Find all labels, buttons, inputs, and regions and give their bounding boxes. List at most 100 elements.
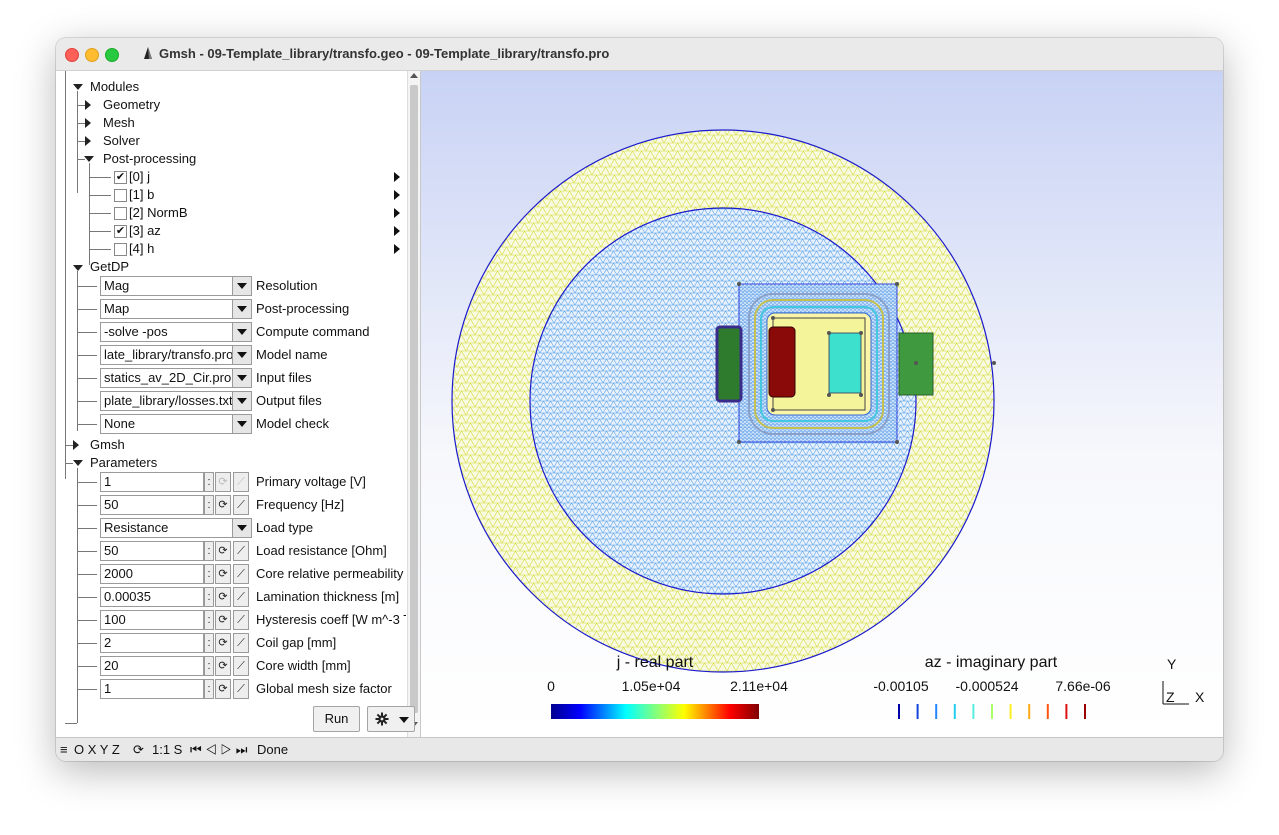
output-files-field[interactable]: plate_library/losses.txt [100,391,252,411]
resolution-dropdown-icon[interactable] [232,276,252,296]
primary-voltage-input[interactable]: 1 [100,472,204,492]
view-2-label[interactable]: [2] NormB [129,204,188,222]
core-permeability-input[interactable]: 2000 [100,564,204,584]
lamination-thickness-input[interactable]: 0.00035 [100,587,204,607]
frequency-loop-icon[interactable]: ⟳ [215,495,231,515]
load-type-select[interactable]: Resistance [100,518,252,538]
compute-command-dropdown-icon[interactable] [232,322,252,342]
model-name-dropdown-icon[interactable] [232,345,252,365]
hysteresis-coeff-range-button[interactable]: : [204,610,214,630]
tree-item-solver[interactable]: Solver [103,132,140,150]
view-0-menu-arrow-icon[interactable] [394,172,400,182]
maximize-window-button[interactable] [105,48,119,62]
input-files-dropdown-icon[interactable] [232,368,252,388]
animation-controls[interactable]: ⏮ ◁ ▷ ⏭ [190,739,247,761]
coil-gap-range-button[interactable]: : [204,633,214,653]
model-check-dropdown-icon[interactable] [232,414,252,434]
load-resistance-loop-icon[interactable]: ⟳ [215,541,231,561]
hysteresis-coeff-graph-icon[interactable]: ⟋ [233,610,249,630]
frequency-input[interactable]: 50 [100,495,204,515]
tree-item-mesh[interactable]: Mesh [103,114,135,132]
load-resistance-range-button[interactable]: : [204,541,214,561]
collapse-icon[interactable] [84,156,94,162]
hysteresis-coeff-input[interactable]: 100 [100,610,204,630]
tree-item-getdp[interactable]: GetDP [90,258,129,276]
post-processing-dropdown-icon[interactable] [232,299,252,319]
core-permeability-range-button[interactable]: : [204,564,214,584]
close-window-button[interactable] [65,48,79,62]
mesh-size-factor-loop-icon[interactable]: ⟳ [215,679,231,699]
tree-branch [77,424,97,425]
view-2-menu-arrow-icon[interactable] [394,208,400,218]
compute-command-select[interactable]: -solve -pos [100,322,252,342]
tree-item-geometry[interactable]: Geometry [103,96,160,114]
primary-voltage-graph-icon[interactable]: ⟋ [233,472,249,492]
collapse-icon[interactable] [73,460,83,466]
mesh-size-factor-range-button[interactable]: : [204,679,214,699]
hysteresis-coeff-loop-icon[interactable]: ⟳ [215,610,231,630]
view-2-checkbox[interactable] [114,207,127,220]
view-1-checkbox[interactable] [114,189,127,202]
core-permeability-loop-icon[interactable]: ⟳ [215,564,231,584]
primary-voltage-loop-icon[interactable]: ⟳ [215,472,231,492]
collapse-icon[interactable] [73,265,83,271]
model-name-field[interactable]: late_library/transfo.pro [100,345,252,365]
expand-icon[interactable] [85,100,91,110]
view-3-menu-arrow-icon[interactable] [394,226,400,236]
core-width-loop-icon[interactable]: ⟳ [215,656,231,676]
scroll-up-icon[interactable] [410,73,418,78]
run-button[interactable]: Run [313,706,360,732]
scroll-thumb[interactable] [410,85,418,713]
mesh-size-factor-input[interactable]: 1 [100,679,204,699]
mesh-size-factor-graph-icon[interactable]: ⟋ [233,679,249,699]
post-processing-select[interactable]: Map [100,299,252,319]
primary-voltage-range-button[interactable]: : [204,472,214,492]
output-files-dropdown-icon[interactable] [232,391,252,411]
core-width-input[interactable]: 20 [100,656,204,676]
collapse-icon[interactable] [73,84,83,90]
view-0-checkbox[interactable]: ✔ [114,171,127,184]
view-4-checkbox[interactable] [114,243,127,256]
scale-buttons[interactable]: 1:1 S [152,739,182,761]
menu-icon[interactable]: ≡ [60,739,68,761]
graphics-canvas[interactable]: j - real part 0 1.05e+04 2.11e+04 az - i… [421,71,1223,737]
lamination-thickness-range-button[interactable]: : [204,587,214,607]
view-1-menu-arrow-icon[interactable] [394,190,400,200]
core-permeability-graph-icon[interactable]: ⟋ [233,564,249,584]
model-check-select[interactable]: None [100,414,252,434]
tree-item-gmsh[interactable]: Gmsh [90,436,125,454]
tree-scrollbar[interactable] [407,71,420,737]
minimize-window-button[interactable] [85,48,99,62]
expand-icon[interactable] [85,136,91,146]
view-0-label[interactable]: [0] j [129,168,150,186]
coil-gap-input[interactable]: 2 [100,633,204,653]
solver-options-button[interactable] [367,706,415,732]
load-resistance-graph-icon[interactable]: ⟋ [233,541,249,561]
view-axis-buttons[interactable]: O X Y Z [74,739,120,761]
coil-gap-loop-icon[interactable]: ⟳ [215,633,231,653]
lamination-thickness-loop-icon[interactable]: ⟳ [215,587,231,607]
load-type-dropdown-icon[interactable] [232,518,252,538]
core-width-range-button[interactable]: : [204,656,214,676]
view-4-menu-arrow-icon[interactable] [394,244,400,254]
coil-gap-graph-icon[interactable]: ⟋ [233,633,249,653]
tree-line-getdp [77,271,78,431]
frequency-range-button[interactable]: : [204,495,214,515]
view-1-label[interactable]: [1] b [129,186,154,204]
core-width-graph-icon[interactable]: ⟋ [233,656,249,676]
rotate-icon[interactable]: ⟳ [133,739,144,761]
expand-icon[interactable] [73,440,79,450]
expand-icon[interactable] [85,118,91,128]
resolution-select[interactable]: Mag [100,276,252,296]
view-3-label[interactable]: [3] az [129,222,161,240]
lamination-thickness-graph-icon[interactable]: ⟋ [233,587,249,607]
tree-item-modules[interactable]: Modules [90,78,139,96]
tree-item-parameters[interactable]: Parameters [90,454,157,472]
tree-item-post-processing[interactable]: Post-processing [103,150,196,168]
mesh-view[interactable]: j - real part 0 1.05e+04 2.11e+04 az - i… [421,71,1223,737]
view-3-checkbox[interactable]: ✔ [114,225,127,238]
load-resistance-input[interactable]: 50 [100,541,204,561]
frequency-graph-icon[interactable]: ⟋ [233,495,249,515]
input-files-field[interactable]: statics_av_2D_Cir.pro [100,368,252,388]
view-4-label[interactable]: [4] h [129,240,154,258]
